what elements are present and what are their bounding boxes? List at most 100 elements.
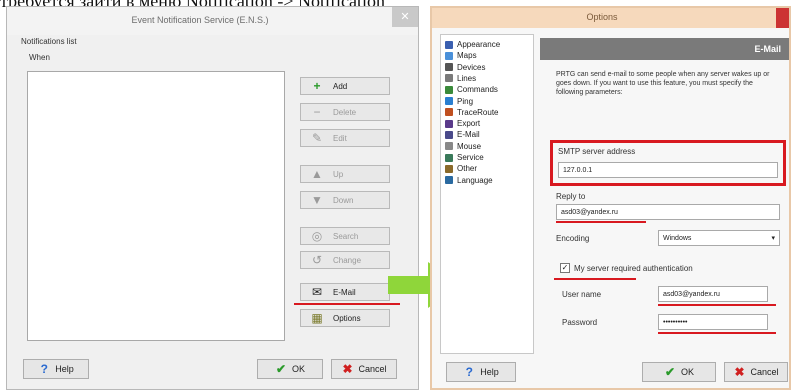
change-button[interactable]: ↺ Change (300, 251, 390, 269)
cancel-button-label: Cancel (358, 364, 387, 374)
auth-checkbox[interactable]: ✓ (560, 263, 570, 273)
cross-icon: ✖ (734, 365, 745, 379)
options-ok-label: OK (680, 367, 694, 377)
ok-button[interactable]: ✔ OK (257, 359, 323, 379)
reply-to-field[interactable]: asd03@yandex.ru (556, 204, 780, 220)
nav-item-icon (445, 63, 453, 72)
help-button-label: Help (55, 364, 74, 374)
encoding-select[interactable]: Windows ▾ (658, 230, 780, 246)
checkmark-icon: ✔ (275, 362, 287, 376)
options-help-label: Help (480, 367, 499, 377)
up-button[interactable]: ▲ Up (300, 165, 390, 183)
change-icon: ↺ (311, 253, 323, 267)
options-title-bar: Options (432, 8, 789, 28)
reply-to-underline (556, 221, 646, 223)
nav-item-label: Appearance (457, 40, 501, 49)
add-button[interactable]: + Add (300, 77, 390, 95)
email-section-header: E-Mail (540, 38, 789, 60)
username-underline (658, 304, 776, 306)
nav-item[interactable]: Ping (445, 96, 473, 107)
nav-item[interactable]: Service (445, 152, 484, 163)
checkmark-icon: ✔ (664, 365, 676, 379)
cross-icon: ✖ (342, 362, 353, 376)
chevron-down-icon: ▾ (771, 235, 775, 242)
encoding-value: Windows (663, 234, 692, 242)
nav-item[interactable]: Lines (445, 73, 476, 84)
options-cancel-label: Cancel (750, 367, 779, 377)
delete-button[interactable]: − Delete (300, 103, 390, 121)
options-button-label: Options (333, 313, 361, 323)
nav-item[interactable]: TraceRoute (445, 107, 499, 118)
down-button[interactable]: ▼ Down (300, 191, 390, 209)
options-close-button[interactable] (776, 8, 789, 28)
nav-item-label: TraceRoute (457, 107, 499, 117)
arrow-up-icon: ▲ (311, 167, 323, 181)
delete-button-label: Delete (333, 107, 357, 117)
options-help-button[interactable]: ? Help (446, 362, 516, 382)
nav-item[interactable]: Commands (445, 84, 498, 95)
help-icon: ? (40, 362, 48, 376)
smtp-field[interactable]: 127.0.0.1 (558, 162, 778, 178)
nav-item-icon (445, 97, 453, 105)
email-description: PRTG can send e-mail to some people when… (556, 71, 770, 96)
options-window-title: Options (586, 12, 618, 22)
nav-item[interactable]: E-Mail (445, 129, 480, 140)
encoding-label: Encoding (556, 234, 590, 243)
password-label: Password (562, 318, 598, 327)
cancel-button[interactable]: ✖ Cancel (331, 359, 397, 379)
notifications-list[interactable] (27, 71, 285, 341)
options-button[interactable]: ▦ Options (300, 309, 390, 327)
password-field[interactable]: •••••••••• (658, 314, 768, 330)
notifications-list-label: Notifications list (21, 37, 77, 46)
options-ok-button[interactable]: ✔ OK (642, 362, 716, 382)
username-field[interactable]: asd03@yandex.ru (658, 286, 768, 302)
edit-button[interactable]: ✎ Edit (300, 129, 390, 147)
auth-label: My server required authentication (574, 264, 693, 273)
plus-icon: + (313, 79, 321, 93)
nav-item[interactable]: Export (445, 118, 480, 129)
email-button-label: E-Mail (333, 287, 356, 297)
nav-item-icon (445, 164, 453, 173)
options-cancel-button[interactable]: ✖ Cancel (724, 362, 788, 382)
nav-item[interactable]: Other (445, 163, 477, 174)
arrow-down-icon: ▼ (311, 193, 323, 207)
ens-window-title: Event Notification Service (E.N.S.) (131, 15, 269, 25)
nav-item-icon (445, 130, 453, 139)
nav-item-icon (445, 153, 453, 162)
password-underline (658, 332, 776, 334)
edit-button-label: Edit (333, 133, 347, 143)
nav-item-label: Language (457, 175, 493, 185)
smtp-label: SMTP server address (558, 147, 636, 156)
nav-item-icon (445, 85, 453, 94)
options-window: Options Appearance Maps Devices Lines Comman… (430, 6, 791, 390)
search-button-label: Search (333, 231, 359, 241)
up-button-label: Up (333, 169, 344, 179)
when-column-header: When (29, 53, 50, 62)
nav-item-label: Service (457, 153, 484, 162)
change-button-label: Change (333, 255, 362, 265)
help-icon: ? (465, 365, 473, 379)
auth-underline (554, 278, 636, 280)
nav-item-label: Devices (457, 62, 486, 72)
ens-close-button[interactable]: ✕ (392, 7, 418, 27)
email-button[interactable]: ✉ E-Mail (300, 283, 390, 301)
help-button[interactable]: ? Help (23, 359, 89, 379)
ens-title-bar: Event Notification Service (E.N.S.) ✕ (7, 7, 418, 35)
nav-item[interactable]: Language (445, 175, 493, 186)
nav-item[interactable]: Mouse (445, 141, 481, 152)
add-button-label: Add (333, 81, 348, 91)
nav-item-label: Export (457, 119, 481, 129)
nav-item-label: Lines (457, 73, 477, 83)
nav-item-label: E-Mail (457, 130, 480, 140)
search-button[interactable]: ◎ Search (300, 227, 390, 245)
edit-icon: ✎ (311, 131, 323, 145)
nav-item[interactable]: Maps (445, 50, 477, 61)
down-button-label: Down (333, 195, 354, 205)
nav-item-label: Commands (457, 85, 498, 95)
nav-item[interactable]: Devices (445, 62, 485, 73)
options-nav-tree: Appearance Maps Devices Lines Commands Ping Tr… (440, 34, 534, 354)
nav-item-icon (445, 142, 453, 151)
nav-item-label: Mouse (457, 141, 482, 151)
nav-item[interactable]: Appearance (445, 39, 500, 50)
ens-window: Event Notification Service (E.N.S.) ✕ No… (6, 6, 419, 390)
